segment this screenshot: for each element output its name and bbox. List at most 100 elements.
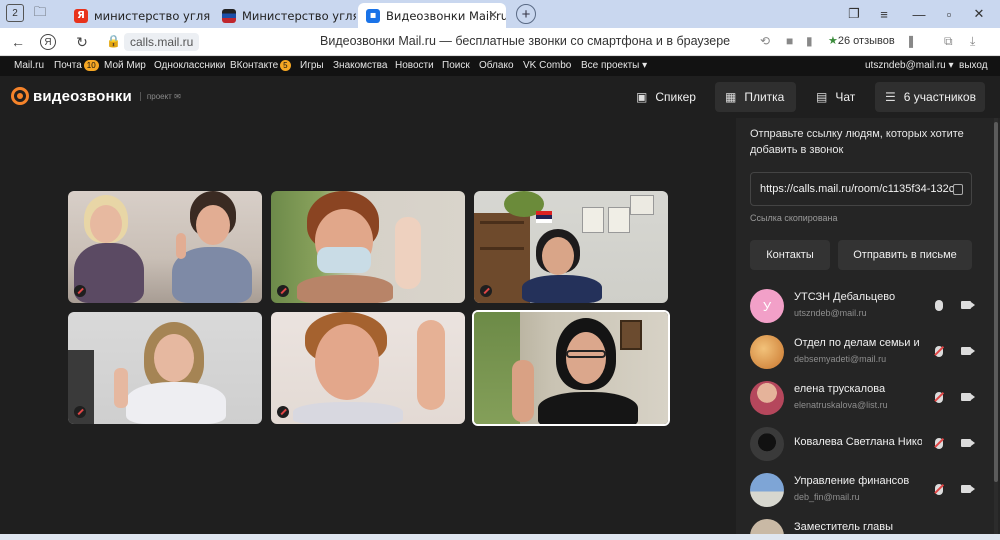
portal-item-dating[interactable]: Знакомства [333,60,387,71]
avatar [750,381,784,415]
tab-2[interactable]: Министерство угля и энер [214,3,356,28]
participant-name: Отдел по делам семьи и детей [794,337,922,349]
speaker-view-button[interactable]: ▣ Спикер [626,82,706,112]
camera-permission-icon[interactable]: ■ [786,34,793,48]
invite-text: Отправьте ссылку людям, которых хотите д… [750,128,964,156]
portal-item-vkontakte[interactable]: ВКонтакте 5 [230,60,291,71]
participants-button[interactable]: ☰ 6 участников [875,82,985,112]
page-title: Видеозвонки Mail.ru — бесплатные звонки … [320,34,731,48]
tile-view-button[interactable]: ▦ Плитка [715,82,796,112]
reload-button[interactable]: ↻ [72,32,92,52]
logo-project-label: проект ✉ [139,91,181,101]
close-tab-icon[interactable]: ✕ [488,8,498,22]
invite-link-field[interactable]: https://calls.mail.ru/room/c1135f34-132c [750,172,972,206]
muted-mic-icon[interactable] [935,392,943,403]
participants-sidebar: Отправьте ссылку людям, которых хотите д… [736,118,1000,540]
menu-icon[interactable]: ≡ [873,4,895,24]
download-icon[interactable]: ⤓ [970,34,975,49]
video-tile-6-active-speaker[interactable] [472,310,670,426]
participant-row[interactable]: Ковалева Светлана Николаевна [736,422,1000,466]
muted-mic-icon[interactable] [935,346,943,357]
microphone-icon[interactable] [935,300,943,311]
copied-status: Ссылка скопирована [750,213,838,223]
mic-permission-icon[interactable]: ▮ [806,34,813,48]
portal-menu: Mail.ru Почта 10 Мой Мир Одноклассники ВК… [0,57,1000,76]
close-window-icon[interactable]: ✕ [968,4,990,24]
chat-button[interactable]: ▤ Чат [806,82,865,112]
tab-1[interactable]: Я министерство угля и энер [66,3,212,28]
participant-row[interactable]: У УТСЗН Дебальцево utszndeb@mail.ru [736,284,1000,328]
yandex-icon[interactable]: Я [40,34,56,50]
url-field[interactable]: calls.mail.ru [124,33,200,51]
bookmark-icon[interactable]: ❚ [906,34,916,48]
maximize-icon[interactable]: ▫ [938,4,960,24]
participant-name: Ковалева Светлана Николаевна [794,436,922,448]
scrollbar-thumb[interactable] [994,122,998,482]
participant-row[interactable]: Управление финансов deb_fin@mail.ru [736,468,1000,512]
muted-mic-icon[interactable] [935,438,943,449]
new-tab-button[interactable]: + [516,4,536,24]
camera-icon[interactable] [961,485,975,493]
portal-item-odnoklassniki[interactable]: Одноклассники [154,60,225,71]
portal-item-search[interactable]: Поиск [442,60,470,71]
translate-icon[interactable]: ⟲ [760,34,770,48]
user-menu[interactable]: utszndeb@mail.ru ▾ [865,60,954,71]
camera-icon[interactable] [961,301,975,309]
address-bar: ← Я ↻ 🔒 calls.mail.ru Видеозвонки Mail.r… [0,28,1000,56]
browser-tab-strip: 2 🗀 Я министерство угля и энер Министерс… [0,0,1000,28]
tab-counter-icon[interactable]: 2 [6,4,24,22]
speaker-label: Спикер [655,90,696,104]
avatar [750,335,784,369]
participant-row[interactable]: Отдел по делам семьи и детей debsemyadet… [736,330,1000,374]
portal-item-mailru[interactable]: Mail.ru [14,60,44,71]
lock-icon[interactable]: 🔒 [106,34,121,48]
participant-name: УТСЗН Дебальцево [794,291,896,303]
reviews-badge[interactable]: ★26 отзывов [828,34,895,47]
portal-item-all-projects[interactable]: Все проекты ▾ [581,60,647,71]
camera-icon[interactable] [961,393,975,401]
extensions-icon[interactable]: ⧉ [944,34,953,49]
portal-item-moi-mir[interactable]: Мой Мир [104,60,146,71]
video-tile-2[interactable] [271,191,465,303]
chat-icon: ▤ [816,90,828,104]
chat-label: Чат [835,90,856,104]
vk-count-badge: 5 [280,60,291,71]
minimize-icon[interactable]: — [908,4,930,24]
portal-item-pochta[interactable]: Почта 10 [54,60,99,71]
muted-mic-icon[interactable] [935,484,943,495]
tile-label: Плитка [744,90,785,104]
copy-icon[interactable] [953,184,963,195]
muted-mic-icon [277,406,289,418]
muted-mic-icon [480,285,492,297]
url-text: calls.mail.ru [130,35,194,49]
back-button[interactable]: ← [8,32,28,52]
mail-count-badge: 10 [83,60,99,71]
video-tile-4[interactable] [68,312,262,424]
sidebar-scrollbar[interactable] [994,118,998,540]
camera-icon[interactable] [961,439,975,447]
portal-item-games[interactable]: Игры [300,60,324,71]
portal-item-cloud[interactable]: Облако [479,60,514,71]
portal-item-news[interactable]: Новости [395,60,434,71]
taskbar-edge [0,534,1000,540]
participant-name: елена трускалова [794,383,886,395]
logout-link[interactable]: выход [959,60,988,71]
avatar: У [750,289,784,323]
new-folder-icon[interactable]: 🗀 [30,4,50,24]
portal-item-vk-combo[interactable]: VK Combo [523,60,571,71]
camera-icon[interactable] [961,347,975,355]
tab-3-active[interactable]: ▪ Видеозвонки Mail.ru ◀ ✕ [358,3,506,28]
collections-icon[interactable]: ❐ [843,4,865,24]
video-tile-5[interactable] [271,312,465,424]
at-sign-icon [11,87,29,105]
contacts-button[interactable]: Контакты [750,240,830,270]
tab-2-title: Министерство угля и энер [242,8,356,23]
video-tile-1[interactable] [68,191,262,303]
send-email-button[interactable]: Отправить в письме [838,240,972,270]
video-grid [0,118,736,540]
participant-row[interactable]: елена трускалова elenatruskalova@list.ru [736,376,1000,420]
video-calls-logo[interactable]: видеозвонки проект ✉ [11,87,181,105]
video-tile-3[interactable] [474,191,668,303]
avatar [750,427,784,461]
participant-email: debsemyadeti@mail.ru [794,354,887,364]
